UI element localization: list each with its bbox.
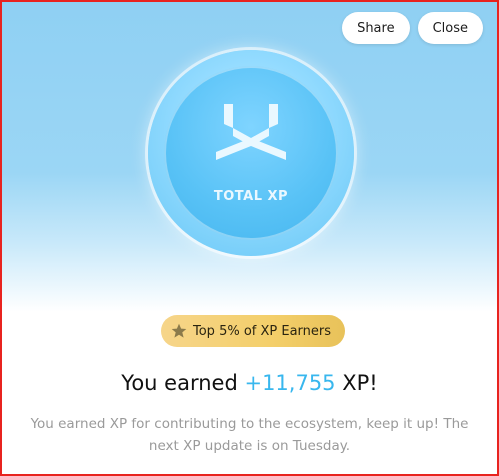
xp-coin: TOTAL XP [148,50,354,256]
close-button[interactable]: Close [417,12,483,44]
rank-badge: Top 5% of XP Earners [161,315,346,347]
badge-label: Top 5% of XP Earners [193,323,332,339]
xp-modal: Share Close TOTAL XP Top 5% of XP Earner… [0,0,499,476]
headline-prefix: You earned [121,371,245,395]
top-actions: Share Close [342,12,483,44]
xp-logo-icon [216,104,286,160]
headline-suffix: XP! [335,371,378,395]
xp-amount: +11,755 [244,371,336,395]
description-text: You earned XP for contributing to the ec… [30,416,469,454]
share-button[interactable]: Share [342,12,410,44]
headline: You earned +11,755 XP! [2,371,497,395]
coin-label: TOTAL XP [213,189,289,204]
star-icon [171,323,187,338]
